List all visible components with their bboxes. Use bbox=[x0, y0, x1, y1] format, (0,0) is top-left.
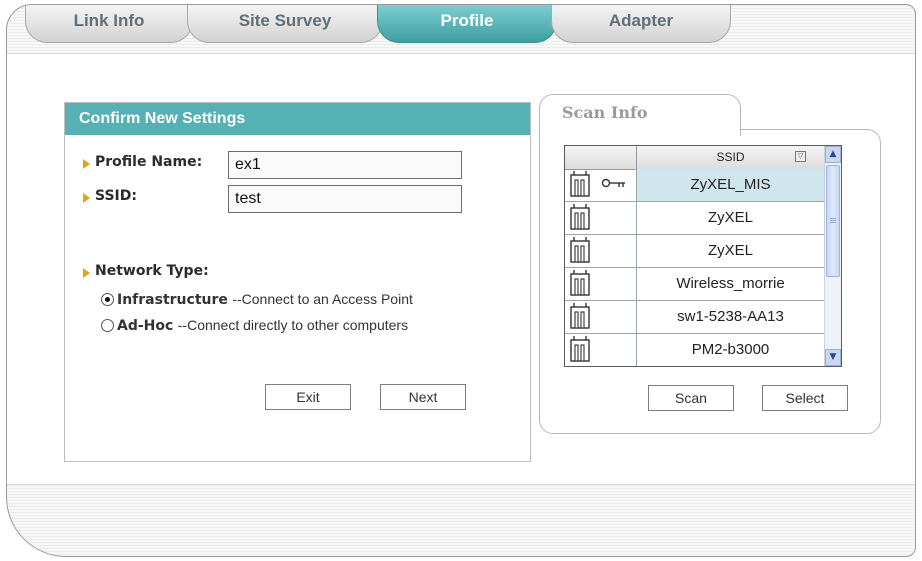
signal-cell bbox=[565, 235, 637, 267]
ssid-cell: PM2-b3000 bbox=[691, 341, 770, 358]
ssid-list: ZyXEL_MIS ZyXEL ZyXEL Wireless_morrie sw1-52… bbox=[565, 169, 824, 366]
icon-column-header bbox=[565, 146, 637, 169]
access-point-icon bbox=[570, 171, 590, 197]
profile-name-label: Profile Name: bbox=[95, 154, 203, 170]
tab-joint bbox=[540, 128, 740, 131]
sort-dropdown-icon[interactable]: ▽ bbox=[795, 151, 806, 162]
ssid-cell: Wireless_morrie bbox=[676, 275, 785, 292]
adhoc-label: Ad-Hoc bbox=[117, 318, 174, 334]
tab-adapter[interactable]: Adapter bbox=[551, 5, 731, 43]
table-row[interactable]: sw1-5238-AA13 bbox=[565, 301, 824, 334]
access-point-icon bbox=[570, 336, 590, 362]
tab-site-survey[interactable]: Site Survey bbox=[187, 5, 383, 43]
bullet-arrow-icon bbox=[83, 193, 90, 203]
signal-cell bbox=[565, 301, 637, 333]
select-button[interactable]: Select bbox=[762, 385, 848, 411]
access-point-icon bbox=[570, 204, 590, 230]
ssid-column-header[interactable]: SSID ▽ bbox=[637, 146, 824, 169]
bullet-arrow-icon bbox=[83, 159, 90, 169]
main-content: Confirm New Settings Profile Name: SSID:… bbox=[7, 53, 915, 485]
vertical-scrollbar[interactable]: ▲ ▼ bbox=[824, 146, 841, 366]
tab-bar: Link Info Site Survey Profile Adapter bbox=[7, 5, 915, 49]
scroll-up-icon[interactable]: ▲ bbox=[825, 146, 841, 163]
infrastructure-label: Infrastructure bbox=[117, 292, 228, 308]
scan-info-panel: SSID ▽ ZyXEL_MIS ZyXEL ZyXEL Wireless_morri… bbox=[539, 129, 881, 434]
tab-link-info[interactable]: Link Info bbox=[25, 5, 193, 43]
confirm-settings-panel: Confirm New Settings Profile Name: SSID:… bbox=[64, 102, 531, 462]
access-point-icon bbox=[570, 303, 590, 329]
ssid-input[interactable] bbox=[228, 185, 462, 213]
network-type-label: Network Type: bbox=[95, 263, 209, 279]
scan-button[interactable]: Scan bbox=[648, 385, 734, 411]
bullet-arrow-icon bbox=[83, 268, 90, 278]
infrastructure-radio[interactable] bbox=[101, 293, 114, 306]
ssid-cell: sw1-5238-AA13 bbox=[677, 308, 784, 325]
table-row[interactable]: Wireless_morrie bbox=[565, 268, 824, 301]
key-icon bbox=[601, 178, 625, 188]
table-row[interactable]: PM2-b3000 bbox=[565, 334, 824, 366]
ssid-cell: ZyXEL_MIS bbox=[637, 169, 824, 201]
infrastructure-description: --Connect to an Access Point bbox=[232, 291, 413, 307]
tab-profile[interactable]: Profile bbox=[377, 5, 557, 43]
signal-cell bbox=[565, 334, 637, 366]
ssid-table[interactable]: SSID ▽ ZyXEL_MIS ZyXEL ZyXEL Wireless_morri… bbox=[564, 145, 842, 367]
next-button[interactable]: Next bbox=[380, 384, 466, 410]
adhoc-description: --Connect directly to other computers bbox=[177, 317, 409, 333]
scrollbar-thumb[interactable] bbox=[826, 165, 840, 277]
access-point-icon bbox=[570, 270, 590, 296]
infrastructure-option[interactable]: Infrastructure --Connect to an Access Po… bbox=[101, 291, 413, 308]
scroll-down-icon[interactable]: ▼ bbox=[825, 349, 841, 366]
adhoc-option[interactable]: Ad-Hoc --Connect directly to other compu… bbox=[101, 317, 408, 334]
signal-cell bbox=[565, 268, 637, 300]
ssid-column-label: SSID bbox=[716, 150, 745, 164]
profile-name-input[interactable] bbox=[228, 151, 462, 179]
panel-title: Confirm New Settings bbox=[65, 103, 530, 135]
access-point-icon bbox=[570, 237, 590, 263]
table-header: SSID ▽ bbox=[565, 146, 824, 170]
bottom-strip bbox=[7, 485, 915, 556]
ssid-cell: ZyXEL bbox=[707, 209, 753, 226]
exit-button[interactable]: Exit bbox=[265, 384, 351, 410]
grip-icon bbox=[830, 218, 836, 224]
table-row[interactable]: ZyXEL_MIS bbox=[565, 169, 824, 202]
ssid-cell: ZyXEL bbox=[707, 242, 753, 259]
table-row[interactable]: ZyXEL bbox=[565, 202, 824, 235]
signal-cell bbox=[565, 169, 637, 201]
ssid-label: SSID: bbox=[95, 188, 137, 204]
adhoc-radio[interactable] bbox=[101, 319, 114, 332]
table-row[interactable]: ZyXEL bbox=[565, 235, 824, 268]
signal-cell bbox=[565, 202, 637, 234]
app-window: Link Info Site Survey Profile Adapter Co… bbox=[6, 4, 916, 557]
